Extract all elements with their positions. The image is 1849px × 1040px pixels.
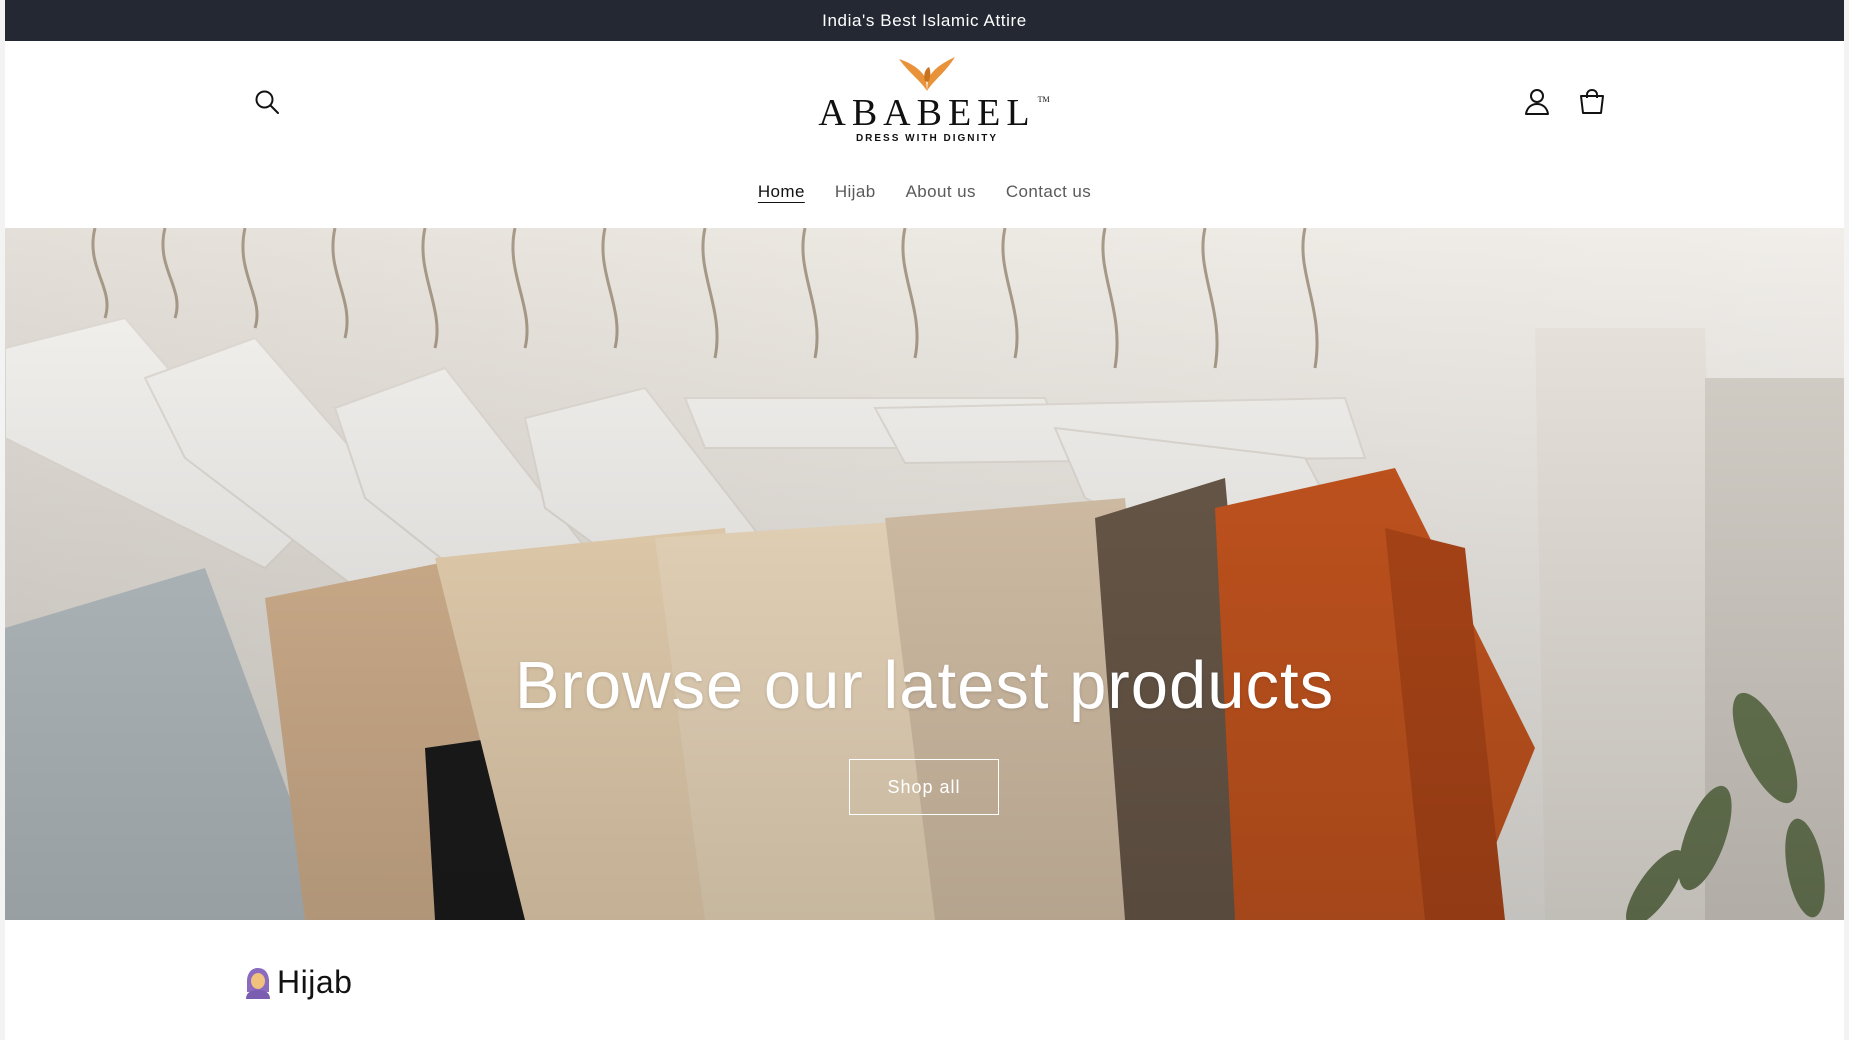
nav-about-link[interactable]: About us bbox=[906, 182, 976, 202]
announcement-bar: India's Best Islamic Attire bbox=[5, 0, 1844, 41]
bird-logo-icon bbox=[899, 57, 955, 91]
logo-wordmark: ABABEEL TM bbox=[818, 91, 1049, 135]
account-icon bbox=[1525, 89, 1549, 115]
main-nav: Home Hijab About us Contact us bbox=[5, 182, 1844, 202]
cart-button[interactable] bbox=[1567, 77, 1617, 127]
search-button[interactable] bbox=[242, 77, 292, 127]
site-logo[interactable]: ABABEEL TM DRESS WITH DIGNITY bbox=[817, 51, 1050, 171]
hijab-collection-heading: Hijab bbox=[243, 964, 352, 1001]
logo-wordmark-text: ABABEEL bbox=[818, 92, 1036, 134]
site-header: ABABEEL TM DRESS WITH DIGNITY Home Hijab … bbox=[5, 41, 1844, 228]
search-icon bbox=[255, 90, 279, 114]
nav-home-link[interactable]: Home bbox=[758, 182, 805, 202]
nav-hijab-link[interactable]: Hijab bbox=[835, 182, 876, 202]
hero-clothing-rack-image bbox=[5, 228, 1844, 920]
announcement-text: India's Best Islamic Attire bbox=[822, 10, 1027, 30]
woman-with-headscarf-emoji-icon bbox=[246, 967, 270, 999]
hero-title: Browse our latest products bbox=[514, 648, 1335, 723]
cart-icon bbox=[1580, 88, 1604, 114]
hero-banner bbox=[5, 228, 1844, 920]
shop-all-button[interactable]: Shop all bbox=[849, 759, 999, 815]
logo-trademark: TM bbox=[1037, 95, 1050, 104]
account-button[interactable] bbox=[1512, 77, 1562, 127]
nav-contact-link[interactable]: Contact us bbox=[1006, 182, 1091, 202]
collection-title: Hijab bbox=[277, 964, 353, 1000]
page-frame: India's Best Islamic Attire ABABEEL TM DR… bbox=[5, 0, 1844, 1040]
